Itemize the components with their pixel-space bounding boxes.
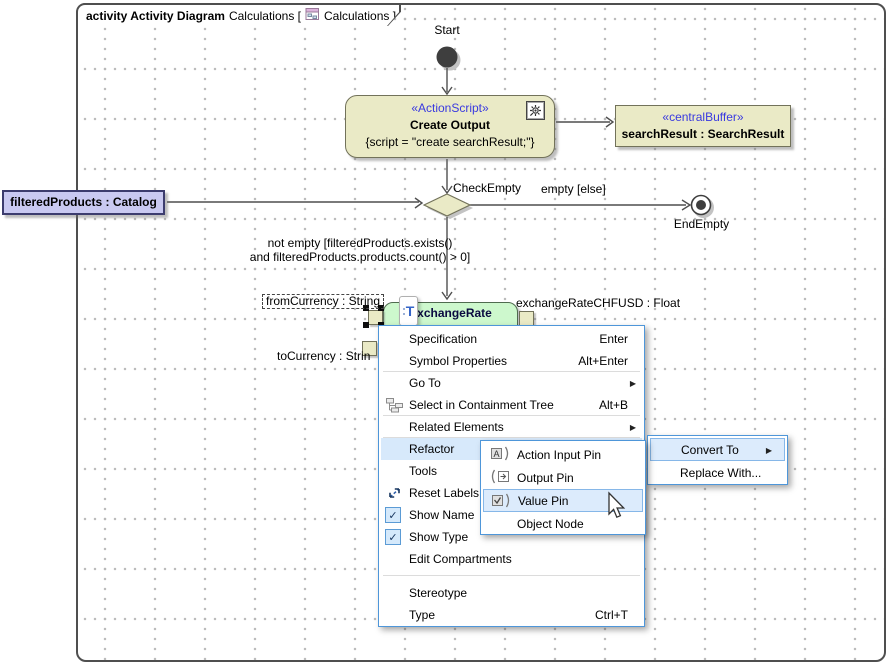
decision-node-label[interactable]: CheckEmpty [453, 181, 521, 195]
menu-item-label: Go To [409, 376, 441, 390]
checkbox-checked-icon[interactable]: ✓ [385, 529, 401, 545]
menu-item-label: Related Elements [409, 420, 504, 434]
menu-item-label: Output Pin [517, 471, 574, 485]
menu-item-select-in-containment-tree[interactable]: Select in Containment Tree Alt+B [381, 394, 642, 416]
menu-item-convert-to[interactable]: Convert To ▶ [650, 438, 785, 461]
menu-item-label: Replace With... [680, 466, 761, 480]
pin-label-exchange-rate-out[interactable]: exchangeRateCHFUSD : Float [516, 296, 680, 310]
menu-item-stereotype[interactable]: Stereotype [381, 582, 642, 604]
central-buffer-search-result[interactable]: «centralBuffer» searchResult : SearchRes… [615, 105, 791, 147]
menu-item-related-elements[interactable]: Related Elements ▶ [381, 416, 642, 438]
menu-item-shortcut: Alt+B [599, 398, 642, 412]
action-script-body: {script = "create searchResult;"} [346, 134, 554, 151]
menu-item-label: Edit Compartments [409, 552, 512, 566]
gear-icon[interactable] [526, 101, 545, 120]
action-create-output[interactable]: «ActionScript» Create Output {script = "… [345, 95, 555, 158]
guard-empty-label[interactable]: empty [else] [541, 182, 606, 196]
menu-item-label: Symbol Properties [409, 354, 507, 368]
menu-item-shortcut: Enter [599, 332, 642, 346]
menu-item-label: Object Node [517, 517, 584, 531]
output-pin-icon [490, 469, 510, 485]
arrowhead-icon [415, 198, 422, 208]
menu-item-shortcut: Ctrl+T [595, 608, 642, 622]
value-pin-icon [491, 493, 511, 509]
initial-node[interactable] [437, 47, 458, 68]
menu-item-label: Value Pin [518, 494, 568, 508]
menu-item-symbol-properties[interactable]: Symbol Properties Alt+Enter [381, 350, 642, 372]
menu-item-value-pin[interactable]: Value Pin [483, 489, 643, 512]
stereotype-label: «centralBuffer» [616, 109, 790, 126]
menu-item-object-node[interactable]: Object Node [483, 512, 643, 535]
action-name: Create Output [346, 117, 554, 134]
menu-item-output-pin[interactable]: Output Pin [483, 466, 643, 489]
menu-item-type[interactable]: Type Ctrl+T [381, 604, 642, 626]
checkbox-checked-icon[interactable]: ✓ [385, 507, 401, 523]
output-pin-exchange-rate[interactable] [519, 311, 534, 326]
menu-item-edit-compartments[interactable]: Edit Compartments [381, 548, 642, 570]
pin-label-to-currency[interactable]: toCurrency : Strin [277, 349, 370, 363]
start-node-label: Start [427, 23, 467, 37]
action-input-pin-icon: A [490, 446, 510, 462]
text-edit-icon: T [403, 303, 415, 319]
buffer-name: searchResult : SearchResult [616, 126, 790, 143]
menu-item-label: Show Type [409, 530, 468, 544]
menu-item-shortcut: Alt+Enter [578, 354, 642, 368]
menu-item-label: Reset Labels P [409, 486, 490, 500]
menu-item-label: Specification [409, 332, 477, 346]
selection-handle[interactable] [363, 322, 369, 328]
pin-label-from-currency[interactable]: fromCurrency : String [262, 294, 384, 309]
convert-to-submenu: A Action Input Pin Output Pin Value Pin Obje… [480, 440, 646, 535]
submenu-arrow-icon: ▶ [766, 446, 772, 455]
submenu-arrow-icon: ▶ [630, 379, 636, 388]
menu-item-go-to[interactable]: Go To ▶ [381, 372, 642, 394]
submenu-arrow-icon: ▶ [630, 423, 636, 432]
menu-item-specification[interactable]: Specification Enter [381, 328, 642, 350]
containment-tree-icon [385, 397, 405, 413]
menu-item-label: Tools [409, 464, 437, 478]
guard-not-empty-label[interactable]: not empty [filteredProducts.exists() and… [195, 236, 525, 264]
modeling-tool-diagram-canvas: activity Activity Diagram Calculations [… [0, 0, 889, 665]
menu-item-action-input-pin[interactable]: A Action Input Pin [483, 443, 643, 466]
activity-final-node[interactable] [692, 196, 711, 215]
menu-item-label: Stereotype [409, 586, 467, 600]
menu-separator [383, 575, 640, 576]
menu-item-label: Convert To [681, 443, 739, 457]
menu-item-label: Select in Containment Tree [409, 398, 554, 412]
edit-name-button[interactable]: T [399, 296, 418, 326]
end-node-label: EndEmpty [664, 217, 739, 231]
menu-item-label: Show Name [409, 508, 474, 522]
object-node-filtered-products[interactable]: filteredProducts : Catalog [2, 190, 165, 215]
menu-item-label: Type [409, 608, 435, 622]
refactor-submenu: Convert To ▶ Replace With... [647, 435, 788, 485]
drag-grip-icon [403, 308, 405, 310]
menu-item-label: Refactor [409, 442, 454, 456]
menu-item-label: Action Input Pin [517, 448, 601, 462]
menu-item-replace-with[interactable]: Replace With... [650, 461, 785, 484]
reset-labels-icon [385, 485, 405, 501]
stereotype-label: «ActionScript» [346, 100, 554, 117]
svg-text:A: A [494, 449, 500, 459]
